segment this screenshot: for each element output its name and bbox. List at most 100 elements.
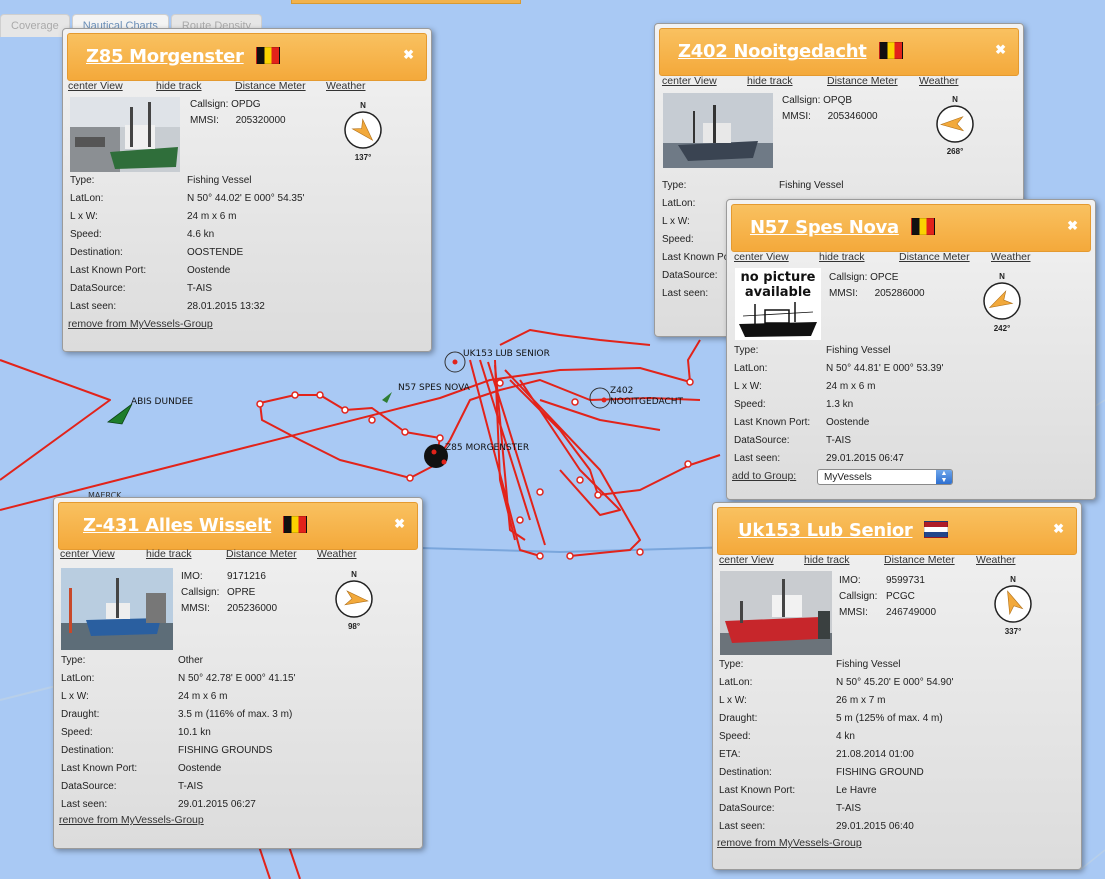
add-to-group-label: add to Group: <box>732 470 797 482</box>
heading-compass: N 98° <box>334 570 374 632</box>
vessel-title-text: Uk153 Lub Senior <box>738 520 913 541</box>
detail-row: Last Known Port: Le Havre <box>719 785 877 796</box>
detail-key: L x W: <box>662 216 690 227</box>
weather-link[interactable]: Weather <box>919 75 959 87</box>
detail-value: 24 m x 6 m <box>178 691 228 702</box>
compass-icon <box>344 111 382 149</box>
vessel-title-link[interactable]: Uk153 Lub Senior <box>738 520 949 541</box>
vessel-title-link[interactable]: Z402 Nooitgedacht <box>678 41 903 62</box>
detail-key: Last Known Port: <box>61 763 138 774</box>
detail-row: Type: Fishing Vessel <box>70 175 251 186</box>
detail-key: DataSource: <box>719 803 775 814</box>
vessel-title-link[interactable]: N57 Spes Nova <box>750 217 935 238</box>
hide-track-link[interactable]: hide track <box>804 554 850 566</box>
center-view-link[interactable]: center View <box>734 251 789 263</box>
detail-row: Last seen: 29.01.2015 06:27 <box>61 799 256 810</box>
detail-value: Other <box>178 655 204 666</box>
detail-row: Last seen: 28.01.2015 13:32 <box>70 301 265 312</box>
heading-value: 98° <box>347 622 361 631</box>
detail-row: Last Known Port: Oostende <box>734 417 869 428</box>
detail-row: L x W: 24 m x 6 m <box>734 381 875 392</box>
hide-track-link[interactable]: hide track <box>819 251 865 263</box>
detail-value: N 50° 42.78' E 000° 41.15' <box>178 673 296 684</box>
close-icon[interactable]: ✖ <box>1067 218 1078 234</box>
detail-value: N 50° 45.20' E 000° 54.90' <box>836 677 954 688</box>
detail-row: DataSource: <box>662 270 718 281</box>
detail-value: Le Havre <box>836 785 877 796</box>
detail-row: Type: Other <box>61 655 203 666</box>
field-callsign: Callsign: PCGC <box>839 591 915 602</box>
vessel-panel-z85: Z85 Morgenster ✖ center View hide track … <box>62 28 432 352</box>
no-picture-text: no picture available <box>740 270 816 300</box>
detail-value: 24 m x 6 m <box>187 211 237 222</box>
detail-key: Draught: <box>61 709 100 720</box>
center-view-link[interactable]: center View <box>719 554 774 566</box>
remove-from-group-link[interactable]: remove from MyVessels-Group <box>59 814 204 826</box>
detail-value: 5 m (125% of max. 4 m) <box>836 713 943 724</box>
distance-meter-link[interactable]: Distance Meter <box>827 75 898 87</box>
field-mmsi: MMSI: 246749000 <box>839 607 937 618</box>
detail-key: LatLon: <box>662 198 696 209</box>
distance-meter-link[interactable]: Distance Meter <box>226 548 297 560</box>
detail-row: L x W: 26 m x 7 m <box>719 695 885 706</box>
detail-value: N 50° 44.02' E 000° 54.35' <box>187 193 305 204</box>
distance-meter-link[interactable]: Distance Meter <box>884 554 955 566</box>
close-icon[interactable]: ✖ <box>995 42 1006 58</box>
detail-row: Last seen: 29.01.2015 06:47 <box>734 453 904 464</box>
heading-compass: N 337° <box>993 575 1033 637</box>
detail-key: Type: <box>719 659 744 670</box>
detail-row: Draught: 3.5 m (116% of max. 3 m) <box>61 709 292 720</box>
detail-key: LatLon: <box>719 677 753 688</box>
heading-value: 242° <box>993 324 1011 333</box>
hide-track-link[interactable]: hide track <box>156 80 202 92</box>
weather-link[interactable]: Weather <box>976 554 1016 566</box>
center-view-link[interactable]: center View <box>662 75 717 87</box>
field-mmsi: MMSI: 205286000 <box>829 288 925 299</box>
close-icon[interactable]: ✖ <box>1053 521 1064 537</box>
detail-row: LatLon: N 50° 44.81' E 000° 53.39' <box>734 363 943 374</box>
remove-from-group-link[interactable]: remove from MyVessels-Group <box>717 837 862 849</box>
detail-key: LatLon: <box>70 193 104 204</box>
detail-key: Type: <box>61 655 86 666</box>
detail-key: Type: <box>70 175 95 186</box>
hide-track-link[interactable]: hide track <box>146 548 192 560</box>
close-icon[interactable]: ✖ <box>394 516 405 532</box>
detail-row: L x W: <box>662 216 690 227</box>
vessel-photo <box>720 571 832 655</box>
belgium-flag-icon <box>878 42 903 59</box>
detail-key: Destination: <box>61 745 114 756</box>
detail-row: Speed: <box>662 234 694 245</box>
center-view-link[interactable]: center View <box>60 548 115 560</box>
hide-track-link[interactable]: hide track <box>747 75 793 87</box>
weather-link[interactable]: Weather <box>991 251 1031 263</box>
map-label-n57: N57 SPES NOVA <box>398 383 470 393</box>
heading-value: 268° <box>946 147 964 156</box>
detail-value: 4 kn <box>836 731 855 742</box>
detail-value: T-AIS <box>178 781 204 792</box>
detail-key: Last seen: <box>70 301 117 312</box>
close-icon[interactable]: ✖ <box>403 47 414 63</box>
detail-key: LatLon: <box>61 673 95 684</box>
detail-key: Last Known Port: <box>734 417 811 428</box>
detail-value: T-AIS <box>836 803 862 814</box>
distance-meter-link[interactable]: Distance Meter <box>899 251 970 263</box>
detail-value: Fishing Vessel <box>779 180 844 191</box>
field-mmsi: MMSI: 205236000 <box>181 603 278 614</box>
detail-value: Oostende <box>178 763 222 774</box>
field-mmsi: MMSI: 205346000 <box>782 111 878 122</box>
distance-meter-link[interactable]: Distance Meter <box>235 80 306 92</box>
detail-value: Oostende <box>826 417 870 428</box>
vessel-title-link[interactable]: Z85 Morgenster <box>86 46 280 67</box>
remove-from-group-link[interactable]: remove from MyVessels-Group <box>68 318 213 330</box>
vessel-title-link[interactable]: Z-431 Alles Wisselt <box>83 515 308 536</box>
center-view-link[interactable]: center View <box>68 80 123 92</box>
tab-coverage[interactable]: Coverage <box>0 14 70 37</box>
detail-row: Type: Fishing Vessel <box>719 659 900 670</box>
weather-link[interactable]: Weather <box>317 548 357 560</box>
map-label-z85: Z85 MORGENSTER <box>445 443 530 453</box>
no-picture-placeholder: no picture available <box>735 268 821 340</box>
group-select[interactable]: MyVessels ▲ ▼ <box>817 469 953 485</box>
weather-link[interactable]: Weather <box>326 80 366 92</box>
detail-key: DataSource: <box>61 781 117 792</box>
detail-row: Last seen: 29.01.2015 06:40 <box>719 821 914 832</box>
